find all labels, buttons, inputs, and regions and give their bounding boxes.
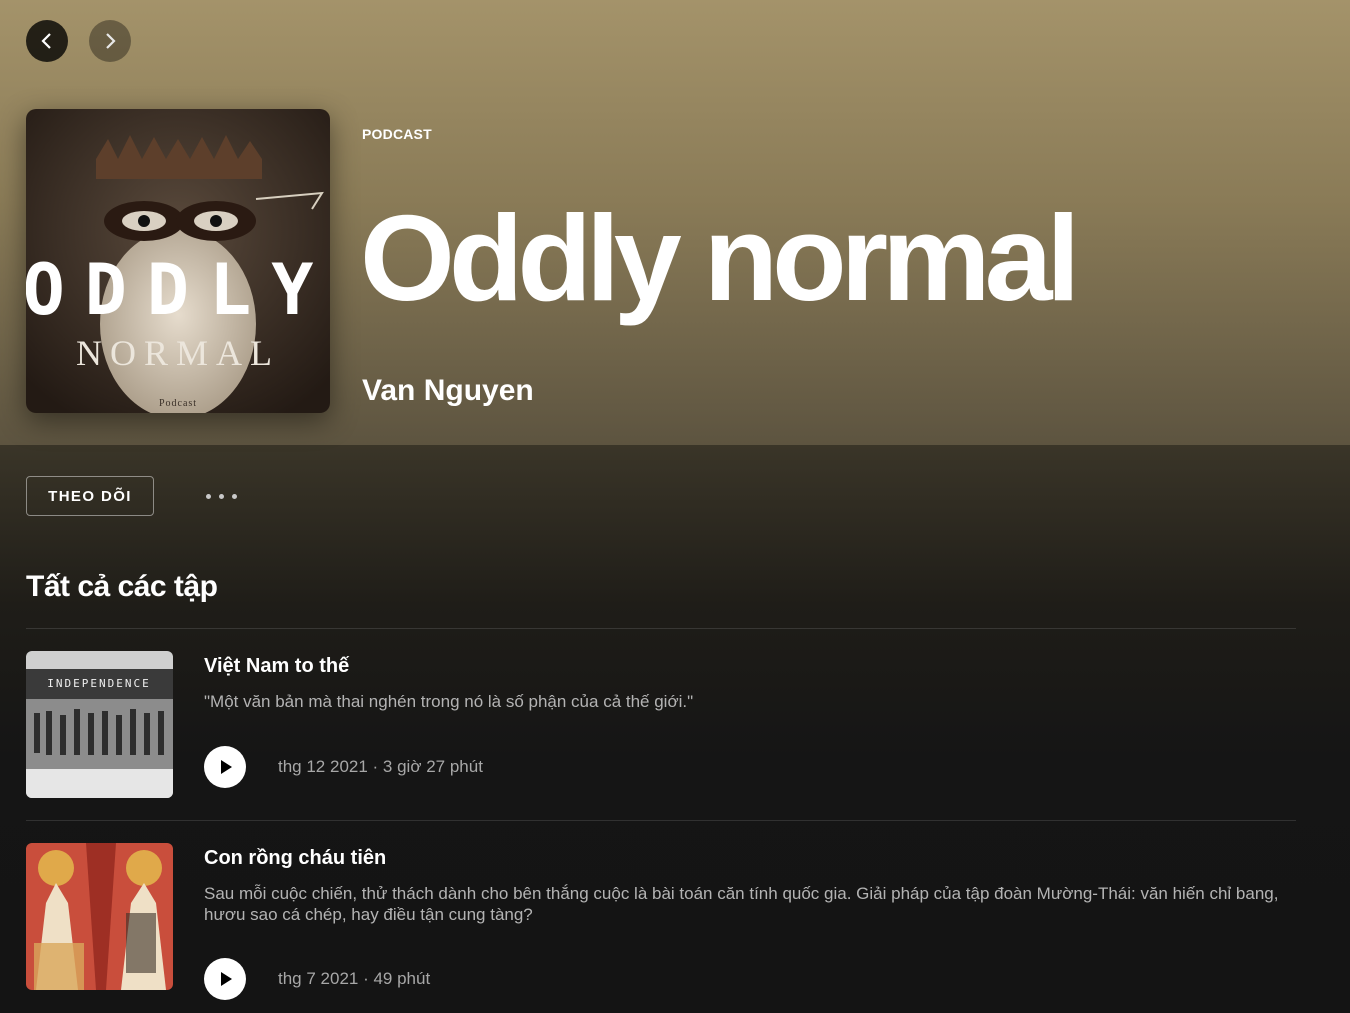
forward-button[interactable] <box>89 20 131 62</box>
play-icon <box>221 760 232 774</box>
content-type-label: PODCAST <box>362 126 432 142</box>
episode-meta: thg 12 2021 · 3 giờ 27 phút <box>278 757 483 776</box>
follow-button[interactable]: THEO DÕI <box>26 476 154 516</box>
episode-meta: thg 7 2021 · 49 phút <box>278 969 431 988</box>
podcast-author[interactable]: Van Nguyen <box>362 374 534 408</box>
cover-podcast-label: Podcast <box>159 398 197 409</box>
chevron-right-icon <box>106 33 116 49</box>
episode-thumbnail <box>26 843 173 990</box>
cover-title-oddly: ODDLY <box>26 249 330 331</box>
episode-thumbnail: INDEPENDENCE <box>26 651 173 798</box>
svg-text:INDEPENDENCE: INDEPENDENCE <box>47 677 150 690</box>
more-options-button[interactable] <box>196 478 246 514</box>
episode-title[interactable]: Con rồng cháu tiên <box>204 847 386 870</box>
play-button[interactable] <box>204 958 246 1000</box>
episode-title[interactable]: Việt Nam to thế <box>204 655 349 678</box>
play-icon <box>221 972 232 986</box>
cover-title-normal: NORMAL <box>76 333 280 373</box>
chevron-left-icon <box>41 33 51 49</box>
episode-row[interactable]: INDEPENDENCE Việt Nam to thế "Một văn bả… <box>26 651 1306 801</box>
episode-description: "Một văn bản mà thai nghén trong nó là s… <box>204 692 694 711</box>
divider <box>26 628 1296 629</box>
more-horizontal-icon <box>205 493 211 499</box>
episode-description: Sau mỗi cuộc chiến, thử thách dành cho b… <box>204 884 1279 924</box>
podcast-cover-art: ODDLY NORMAL Podcast <box>26 109 330 413</box>
play-button[interactable] <box>204 746 246 788</box>
section-title: Tất cả các tập <box>26 570 218 603</box>
podcast-title: Oddly normal <box>360 190 1080 326</box>
back-button[interactable] <box>26 20 68 62</box>
divider <box>26 820 1296 821</box>
episode-row[interactable]: Con rồng cháu tiên Sau mỗi cuộc chiến, t… <box>26 843 1306 1000</box>
